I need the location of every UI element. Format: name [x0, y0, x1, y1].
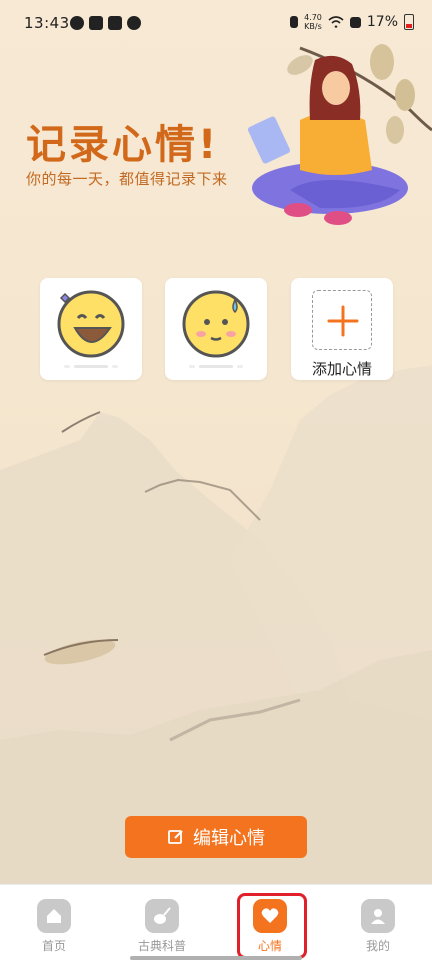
status-time: 13:43 — [24, 14, 70, 32]
status-bar: 13:43 4.70 KB/s 17% — [0, 0, 432, 48]
tab-classical-science[interactable]: 古典科普 — [108, 885, 216, 964]
tab-home[interactable]: 首页 — [0, 885, 108, 964]
vibrate-icon — [290, 16, 299, 28]
battery-icon — [404, 14, 414, 30]
tab-mine[interactable]: 我的 — [324, 885, 432, 964]
message-notification-icon — [89, 16, 103, 30]
mood-screen: 13:43 4.70 KB/s 17% 记录心情! 你的每一天，都值得记录下来 — [0, 0, 432, 964]
page-subtitle: 你的每一天，都值得记录下来 — [26, 170, 228, 188]
card-decor-line — [189, 365, 243, 368]
edit-icon — [168, 830, 183, 844]
tab-home-label: 首页 — [41, 939, 66, 953]
page-title: 记录心情! — [26, 122, 220, 168]
status-right: 4.70 KB/s 17% — [290, 13, 414, 31]
edit-mood-label: 编辑心情 — [193, 828, 265, 849]
add-mood-card[interactable]: 添加心情 — [291, 278, 393, 380]
battery-percent: 17% — [366, 14, 398, 30]
mood-card-laughing[interactable] — [40, 278, 142, 380]
net-speed-value: 4.70 — [304, 13, 322, 22]
app-notification-icon — [70, 16, 84, 30]
add-mood-box[interactable] — [312, 290, 372, 350]
edit-mood-button[interactable]: 编辑心情 — [125, 816, 307, 858]
network-speed: 4.70 KB/s — [304, 13, 322, 31]
home-indicator[interactable] — [130, 956, 302, 960]
card-decor-line — [64, 365, 118, 368]
net-speed-unit: KB/s — [304, 22, 322, 31]
notification-icons — [70, 16, 141, 30]
pipa-icon — [145, 899, 179, 933]
home-icon — [37, 899, 71, 933]
active-tab-highlight — [237, 893, 307, 959]
add-mood-label: 添加心情 — [311, 360, 372, 378]
add-icon — [327, 305, 359, 337]
tab-classical-science-label: 古典科普 — [137, 939, 186, 953]
sim-icon — [349, 16, 361, 28]
girl-with-tablet-illustration — [247, 55, 408, 225]
tiktok-notification-icon — [108, 16, 122, 30]
user-icon — [361, 899, 395, 933]
wifi-icon — [328, 16, 344, 28]
mood-card-sweat[interactable] — [165, 278, 267, 380]
fan-notification-icon — [127, 16, 141, 30]
bottom-tab-bar: 首页 古典科普 心情 我的 — [0, 884, 432, 964]
tab-mine-label: 我的 — [365, 939, 390, 953]
